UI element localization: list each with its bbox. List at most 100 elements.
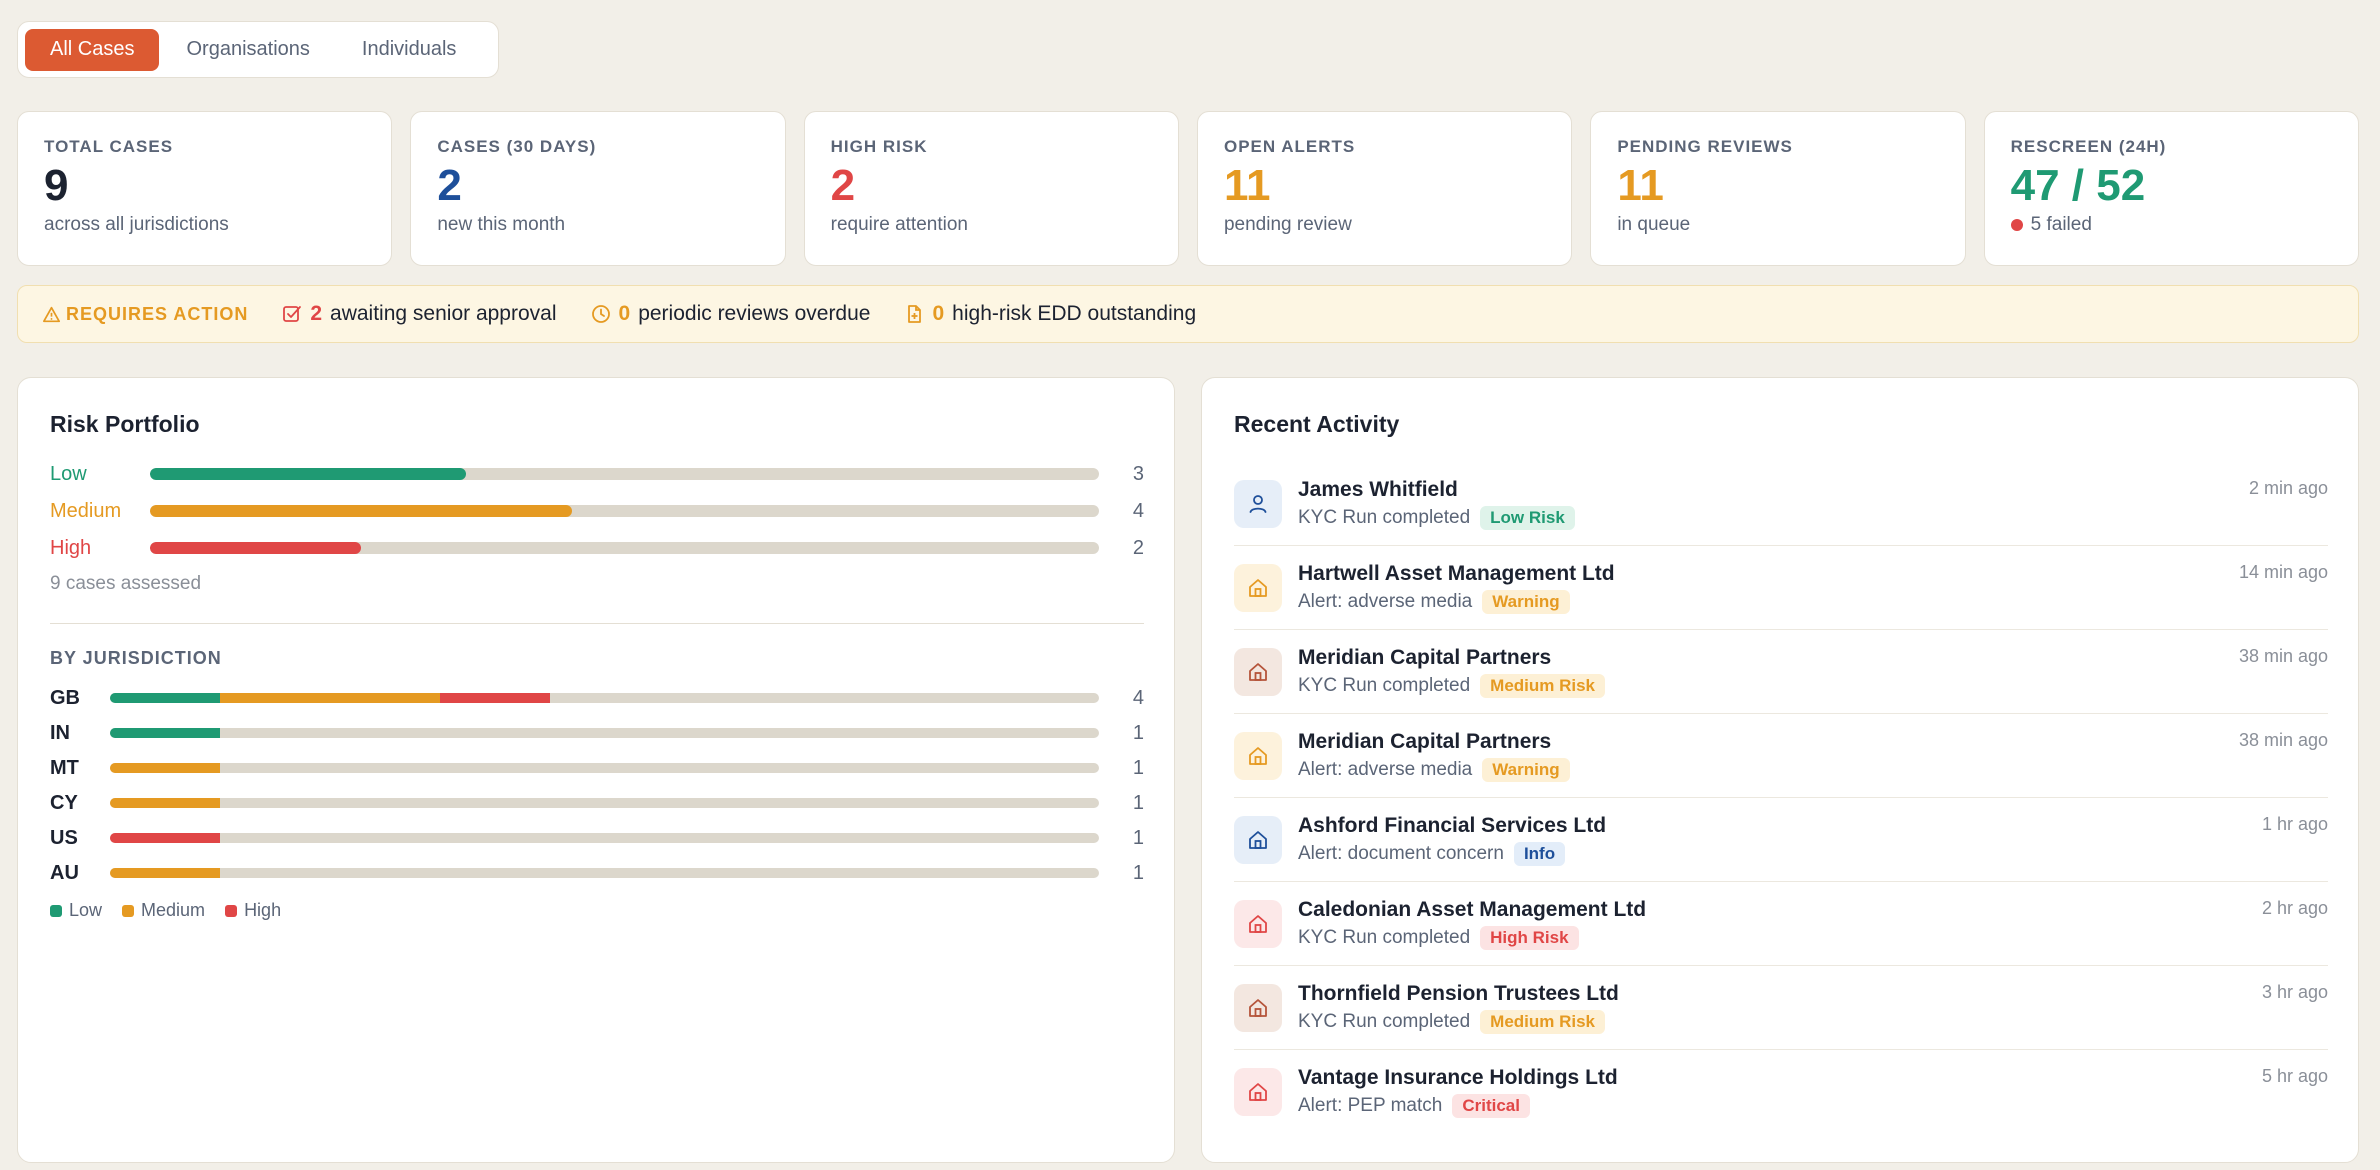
activity-desc-row: Alert: document concern Info xyxy=(1298,841,2328,866)
cases-assessed: 9 cases assessed xyxy=(50,573,202,594)
risk-bar-track xyxy=(150,468,1099,480)
jurisdiction-row-in[interactable]: IN 1 xyxy=(50,719,1144,747)
activity-item[interactable]: James Whitfield KYC Run completed Low Ri… xyxy=(1234,462,2328,546)
stat-card-cases-30-days[interactable]: CASES (30 DAYS) 2 new this month xyxy=(410,111,786,266)
activity-name: Vantage Insurance Holdings Ltd xyxy=(1298,1066,1618,1089)
stat-card-open-alerts[interactable]: OPEN ALERTS 11 pending review xyxy=(1196,111,1573,266)
stat-sub: require attention xyxy=(831,214,1152,236)
jurisdiction-segment-high xyxy=(439,693,550,703)
risk-row-high[interactable]: High 2 xyxy=(50,533,1144,563)
risk-bar-fill xyxy=(150,468,467,480)
legend-swatch xyxy=(50,904,62,917)
jurisdiction-code: IN xyxy=(50,721,70,744)
jurisdiction-code: GB xyxy=(50,686,80,709)
activity-avatar xyxy=(1234,899,1282,948)
activity-item[interactable]: Vantage Insurance Holdings Ltd Alert: PE… xyxy=(1234,1050,2328,1134)
action-count: 2 xyxy=(310,302,323,325)
activity-avatar xyxy=(1234,1068,1282,1116)
building-icon xyxy=(1249,914,1267,933)
divider xyxy=(50,623,1144,624)
stat-sub-text: pending review xyxy=(1223,214,1352,235)
jurisdiction-bar xyxy=(110,868,1099,878)
activity-time: 5 hr ago xyxy=(2261,1066,2328,1086)
legend-label: High xyxy=(244,900,282,920)
stat-card-total-cases[interactable]: TOTAL CASES 9 across all jurisdictions xyxy=(17,111,393,266)
jurisdiction-bar xyxy=(110,728,1099,738)
building-icon xyxy=(1249,1083,1267,1101)
jurisdiction-code: AU xyxy=(50,861,79,884)
legend-swatch xyxy=(225,904,238,917)
activity-avatar xyxy=(1234,815,1282,864)
stat-sub: in queue xyxy=(1617,214,1938,236)
activity-desc-row: KYC Run completed Low Risk xyxy=(1298,505,2328,530)
building-icon xyxy=(1249,578,1267,597)
jurisdiction-segment-medium xyxy=(219,693,440,703)
jurisdiction-count: 1 xyxy=(1132,826,1144,849)
stat-sub-text: across all jurisdictions xyxy=(44,214,229,235)
activity-desc-row: Alert: adverse media Warning xyxy=(1298,589,2328,614)
activity-item[interactable]: Caledonian Asset Management Ltd KYC Run … xyxy=(1234,882,2328,966)
tab-all-cases[interactable]: All Cases xyxy=(25,28,160,71)
legend-item-medium: Medium xyxy=(122,900,205,921)
activity-item[interactable]: Hartwell Asset Management Ltd Alert: adv… xyxy=(1234,546,2328,630)
action-periodic-reviews[interactable]: 0 periodic reviews overdue xyxy=(591,302,870,326)
risk-label: Medium xyxy=(50,499,122,522)
activity-body: Caledonian Asset Management Ltd KYC Run … xyxy=(1298,898,2328,950)
activity-item[interactable]: Meridian Capital Partners Alert: adverse… xyxy=(1234,714,2328,798)
status-badge: High Risk xyxy=(1480,925,1579,950)
jurisdiction-code: MT xyxy=(50,756,79,779)
jurisdiction-count: 1 xyxy=(1132,756,1144,779)
jurisdiction-count: 4 xyxy=(1132,686,1144,709)
activity-avatar xyxy=(1234,563,1282,612)
activity-item[interactable]: Thornfield Pension Trustees Ltd KYC Run … xyxy=(1234,966,2328,1050)
legend-item-high: High xyxy=(225,900,281,921)
jurisdiction-segment-low xyxy=(110,728,220,738)
action-awaiting-approval[interactable]: 2 awaiting senior approval xyxy=(282,302,557,326)
activity-avatar xyxy=(1234,647,1282,696)
jurisdiction-code: US xyxy=(50,826,78,849)
activity-time: 38 min ago xyxy=(2238,646,2328,666)
jurisdiction-row-gb[interactable]: GB 4 xyxy=(50,684,1144,712)
activity-avatar xyxy=(1234,479,1282,528)
activity-body: Thornfield Pension Trustees Ltd KYC Run … xyxy=(1298,982,2328,1034)
risk-count: 4 xyxy=(1132,499,1144,522)
building-icon xyxy=(1249,998,1267,1017)
status-badge: Medium Risk xyxy=(1480,673,1606,698)
stat-card-rescreen[interactable]: RESCREEN (24H) 47 / 52 5 failed xyxy=(1983,111,2359,266)
risk-bar-track xyxy=(150,542,1099,554)
jurisdiction-row-us[interactable]: US 1 xyxy=(50,824,1144,852)
activity-item[interactable]: Ashford Financial Services Ltd Alert: do… xyxy=(1234,798,2328,882)
tab-organisations[interactable]: Organisations xyxy=(161,29,334,71)
jurisdiction-row-mt[interactable]: MT 1 xyxy=(50,754,1144,782)
activity-body: Meridian Capital Partners Alert: adverse… xyxy=(1298,730,2328,782)
status-badge: Info xyxy=(1513,841,1566,866)
tab-individuals[interactable]: Individuals xyxy=(337,29,482,71)
activity-item[interactable]: Meridian Capital Partners KYC Run comple… xyxy=(1234,630,2328,714)
stat-label: PENDING REVIEWS xyxy=(1617,137,1793,156)
stat-value: 11 xyxy=(1223,161,1271,210)
risk-row-medium[interactable]: Medium 4 xyxy=(50,496,1144,526)
activity-desc: KYC Run completed xyxy=(1298,674,1471,696)
activity-name: Caledonian Asset Management Ltd xyxy=(1298,897,1647,921)
activity-name: James Whitfield xyxy=(1298,477,1458,501)
jurisdiction-legend: Low Medium High xyxy=(50,900,281,921)
action-edd-outstanding[interactable]: 0 high-risk EDD outstanding xyxy=(904,302,1196,326)
stat-card-pending-reviews[interactable]: PENDING REVIEWS 11 in queue xyxy=(1590,111,1966,266)
risk-portfolio-panel: Risk Portfolio Low 3 Medium 4 High 2 9 c… xyxy=(17,377,1175,1163)
risk-row-low[interactable]: Low 3 xyxy=(50,459,1144,489)
stat-sub-text: 5 failed xyxy=(2030,214,2092,235)
jurisdiction-row-au[interactable]: AU 1 xyxy=(50,859,1144,887)
status-badge: Warning xyxy=(1482,589,1570,614)
action-count: 0 xyxy=(932,302,945,325)
activity-name: Meridian Capital Partners xyxy=(1298,729,1552,753)
activity-desc: KYC Run completed xyxy=(1298,506,1471,528)
stat-card-high-risk[interactable]: HIGH RISK 2 require attention xyxy=(803,111,1179,266)
activity-time: 14 min ago xyxy=(2238,562,2328,582)
action-text: awaiting senior approval xyxy=(330,302,557,325)
stat-label: CASES (30 DAYS) xyxy=(437,137,597,156)
jurisdiction-row-cy[interactable]: CY 1 xyxy=(50,789,1144,817)
activity-desc: Alert: document concern xyxy=(1298,842,1504,864)
status-badge: Warning xyxy=(1482,757,1570,782)
stat-sub: new this month xyxy=(437,214,758,236)
activity-time: 1 hr ago xyxy=(2261,814,2328,834)
